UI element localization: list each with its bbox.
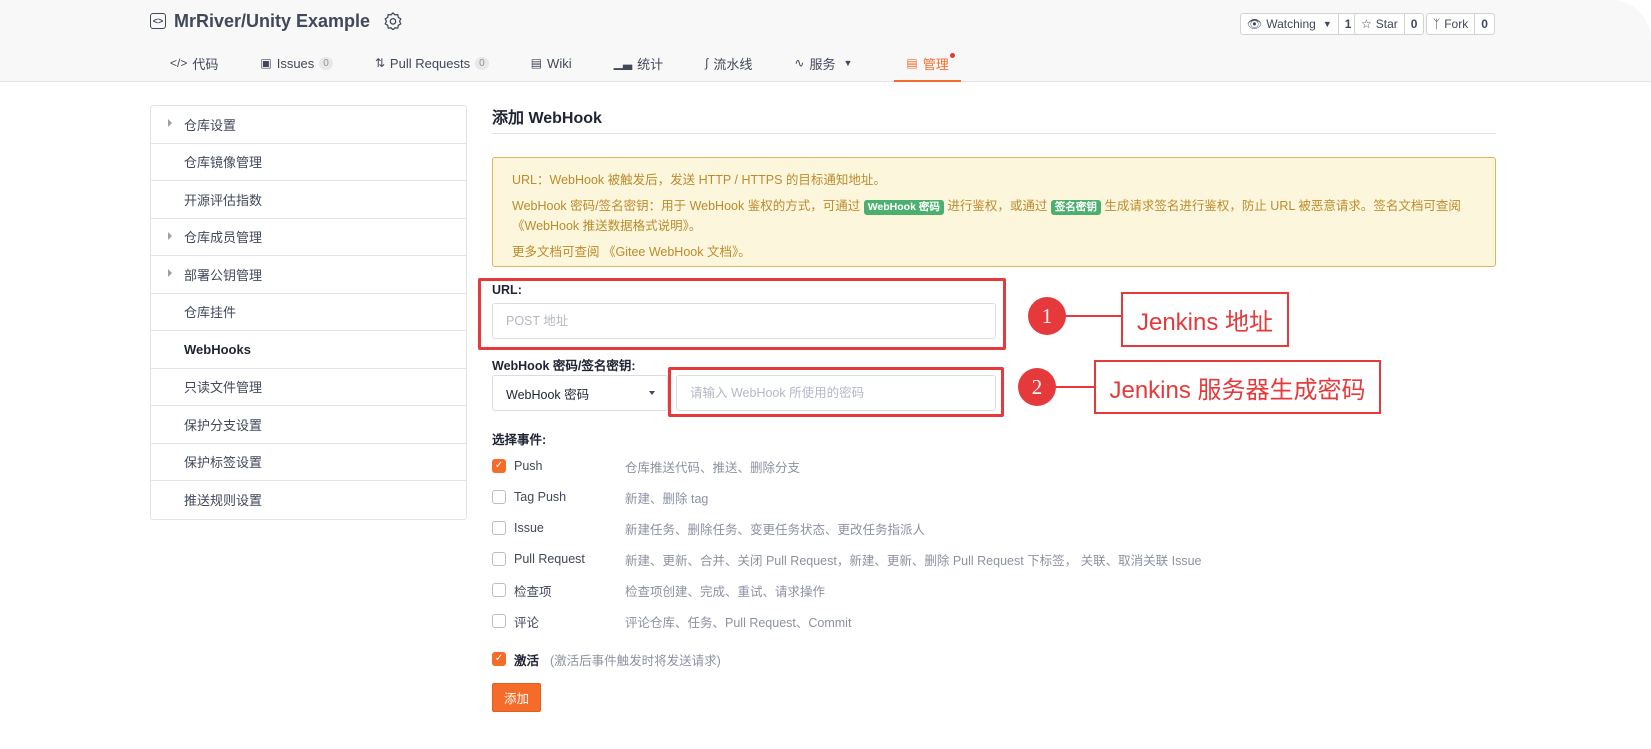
sidebar-item-deploy-keys[interactable]: 部署公钥管理 [151, 256, 466, 294]
tab-issues[interactable]: ▣ Issues 0 [260, 44, 333, 82]
webhook-format-doc-link[interactable]: 《WebHook 推送数据格式说明》。 [512, 219, 701, 233]
tab-pull-requests[interactable]: ⇅ Pull Requests 0 [375, 44, 489, 82]
sidebar-item-protected-tags[interactable]: 保护标签设置 [151, 444, 466, 481]
chevron-down-icon: ▼ [1322, 19, 1332, 29]
checkbox-tag-push[interactable] [492, 490, 506, 504]
tag-signing-key: 签名密钥 [1050, 200, 1101, 215]
certified-badge-icon [384, 12, 402, 30]
fork-count[interactable]: 0 [1474, 14, 1494, 34]
checkbox-pull-request[interactable] [492, 552, 506, 566]
star-icon: ☆ [1361, 17, 1372, 31]
star-count[interactable]: 0 [1403, 14, 1424, 34]
caret-right-icon [168, 231, 172, 240]
tab-pipeline[interactable]: ∫ 流水线 [705, 44, 752, 82]
chevron-down-icon: ▼ [843, 58, 853, 68]
event-row-push: ✓ Push 仓库推送代码、推送、删除分支 [492, 456, 800, 476]
code-icon: </> [170, 56, 188, 70]
active-row: ✓ 激活 (激活后事件触发时将发送请求) [492, 649, 721, 669]
pull-request-icon: ⇅ [374, 56, 385, 70]
sidebar-item-push-rules[interactable]: 推送规则设置 [151, 481, 466, 519]
repo-header: <> MrRiver/Unity Example 👁︎ Watching ▼ 1… [0, 0, 1651, 82]
tag-webhook-password: WebHook 密码 [863, 200, 944, 215]
sidebar-item-oss-index[interactable]: 开源评估指数 [151, 181, 466, 219]
book-icon: ▤ [530, 56, 543, 70]
watch-control[interactable]: 👁︎ Watching ▼ 1 [1240, 13, 1359, 35]
title-divider [492, 133, 1496, 134]
bar-chart-icon: ▁▃ [613, 56, 633, 70]
tab-stats[interactable]: ▁▃ 统计 [614, 44, 663, 82]
checkbox-comment[interactable] [492, 614, 506, 628]
annotation-callout-2: Jenkins 服务器生成密码 [1094, 360, 1381, 414]
events-label: 选择事件: [492, 433, 547, 447]
add-button[interactable]: 添加 [492, 683, 541, 712]
gitee-webhook-doc-link[interactable]: 更多文档可查阅 《Gitee WebHook 文档》。 [512, 242, 1476, 262]
repo-name-link[interactable]: MrRiver/Unity Example [174, 11, 370, 32]
checkbox-push[interactable]: ✓ [492, 459, 506, 473]
star-control[interactable]: ☆ Star 0 [1354, 13, 1425, 35]
issue-icon: ▣ [260, 56, 272, 70]
sidebar-item-members[interactable]: 仓库成员管理 [151, 219, 466, 256]
watch-button[interactable]: 👁︎ Watching ▼ [1241, 14, 1338, 34]
annotation-number-1: 1 [1028, 297, 1066, 335]
fork-button[interactable]: ᛉ Fork [1427, 14, 1474, 34]
annotation-line-2 [1056, 386, 1096, 388]
notification-dot [949, 53, 955, 58]
fork-icon: ᛉ [1433, 17, 1441, 31]
settings-doc-icon: ▤ [906, 56, 918, 70]
checkbox-issue[interactable] [492, 521, 506, 535]
caret-right-icon [168, 269, 172, 277]
event-row-pull-request: Pull Request 新建、更新、合并、关闭 Pull Request，新建… [492, 549, 1202, 569]
fork-control[interactable]: ᛉ Fork 0 [1426, 13, 1495, 35]
pipeline-icon: ∫ [705, 56, 709, 70]
annotation-line-1 [1066, 315, 1122, 317]
sidebar-item-widgets[interactable]: 仓库挂件 [151, 294, 466, 331]
event-row-tag-push: Tag Push 新建、删除 tag [492, 487, 708, 507]
tab-wiki[interactable]: ▤ Wiki [531, 44, 572, 82]
repo-tabs: </> 代码 ▣ Issues 0 ⇅ Pull Requests 0 ▤ Wi… [150, 44, 962, 82]
caret-right-icon [168, 119, 172, 127]
settings-sidebar: 仓库设置 仓库镜像管理 开源评估指数 仓库成员管理 部署公钥管理 仓库挂件 We… [150, 105, 467, 520]
event-row-issue: Issue 新建任务、删除任务、变更任务状态、更改任务指派人 [492, 518, 925, 538]
secret-type-select[interactable]: WebHook 密码 [492, 375, 668, 411]
annotation-box-secret [668, 367, 1004, 417]
checkbox-active[interactable]: ✓ [492, 652, 506, 666]
page-title: 添加 WebHook [492, 110, 602, 127]
eye-icon: 👁︎ [1247, 17, 1263, 31]
pulse-icon: ∿ [794, 56, 805, 70]
annotation-box-url [478, 278, 1006, 350]
pulls-count-badge: 0 [475, 56, 489, 70]
star-button[interactable]: ☆ Star [1355, 14, 1404, 34]
tab-manage[interactable]: ▤ 管理 [894, 44, 962, 82]
info-notice: URL：WebHook 被触发后，发送 HTTP / HTTPS 的目标通知地址… [492, 157, 1496, 267]
issues-count-badge: 0 [319, 56, 333, 70]
sidebar-item-readonly-files[interactable]: 只读文件管理 [151, 369, 466, 406]
sidebar-item-protected-branches[interactable]: 保护分支设置 [151, 406, 466, 444]
sidebar-item-repo-settings[interactable]: 仓库设置 [151, 106, 466, 144]
notice-url-text: URL：WebHook 被触发后，发送 HTTP / HTTPS 的目标通知地址… [512, 173, 886, 187]
sidebar-item-mirror[interactable]: 仓库镜像管理 [151, 144, 466, 181]
secret-label: WebHook 密码/签名密钥: [492, 359, 636, 373]
event-row-comment: 评论 评论仓库、任务、Pull Request、Commit [492, 611, 851, 631]
annotation-callout-1: Jenkins 地址 [1121, 292, 1289, 347]
repo-title: <> MrRiver/Unity Example [150, 8, 402, 34]
annotation-number-2: 2 [1018, 368, 1056, 406]
code-repo-icon: <> [150, 13, 166, 29]
notice-secret-text: WebHook 密码/签名密钥：用于 WebHook 鉴权的方式，可通过 Web… [512, 199, 1461, 233]
tab-code[interactable]: </> 代码 [170, 44, 218, 82]
event-row-check: 检查项 检查项创建、完成、重试、请求操作 [492, 580, 825, 600]
tab-services[interactable]: ∿ 服务 ▼ [794, 44, 852, 82]
sidebar-item-webhooks[interactable]: WebHooks [151, 331, 466, 369]
checkbox-check[interactable] [492, 583, 506, 597]
caret-down-icon [649, 391, 655, 395]
